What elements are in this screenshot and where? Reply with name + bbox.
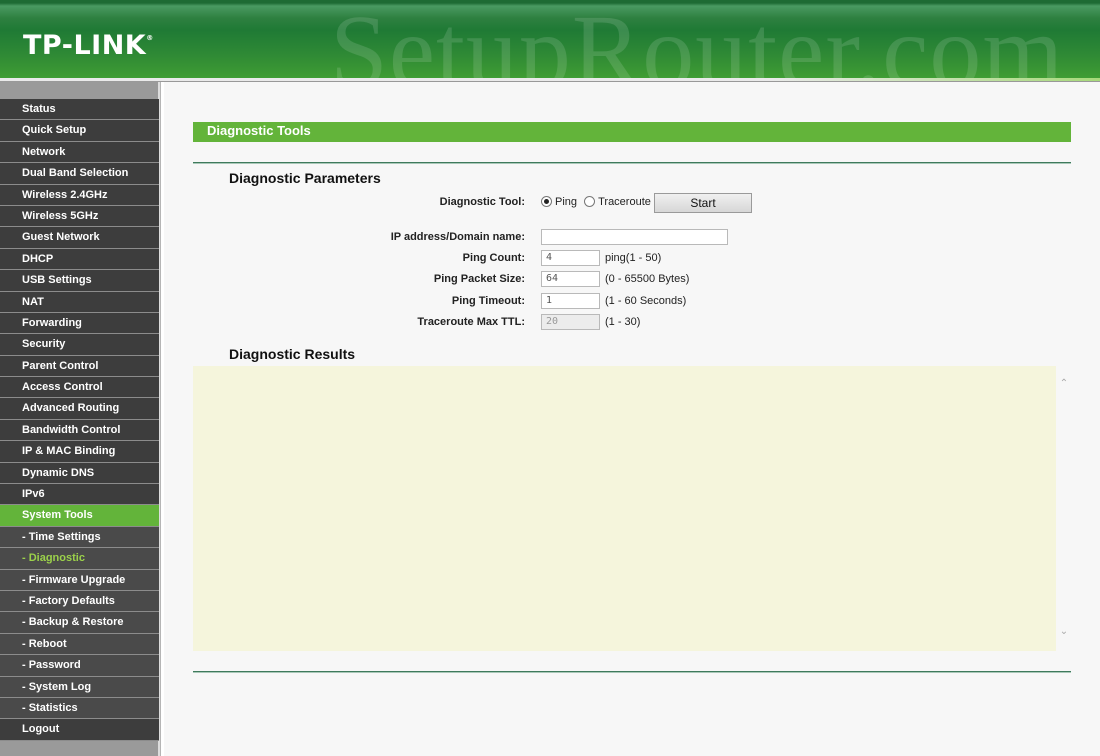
- sidebar-item-password[interactable]: - Password: [0, 655, 159, 677]
- divider-top: [193, 162, 1071, 164]
- traceroute-ttl-hint: (1 - 30): [605, 316, 641, 328]
- traceroute-ttl-label: Traceroute Max TTL:: [417, 316, 525, 328]
- sidebar-item-backup-restore[interactable]: - Backup & Restore: [0, 612, 159, 634]
- sidebar-item-usb-settings[interactable]: USB Settings: [0, 270, 159, 292]
- sidebar-item-system-log[interactable]: - System Log: [0, 676, 159, 698]
- sidebar-item-dual-band-selection[interactable]: Dual Band Selection: [0, 163, 159, 185]
- ping-timeout-row: Ping Timeout: 1 (1 - 60 Seconds): [164, 293, 1100, 311]
- ping-packet-size-hint: (0 - 65500 Bytes): [605, 273, 690, 285]
- ping-count-row: Ping Count: 4 ping(1 - 50): [164, 250, 1100, 268]
- sidebar-item-wireless-5ghz[interactable]: Wireless 5GHz: [0, 205, 159, 228]
- sidebar-item-status[interactable]: Status: [0, 99, 159, 121]
- results-textarea[interactable]: [193, 366, 1056, 651]
- ip-address-input[interactable]: [541, 229, 728, 245]
- header-banner: SetupRouter.com TP-LINK®: [0, 0, 1100, 80]
- sidebar-item-forwarding[interactable]: Forwarding: [0, 312, 159, 335]
- parameters-title: Diagnostic Parameters: [229, 170, 381, 186]
- traceroute-ttl-row: Traceroute Max TTL: 20 (1 - 30): [164, 314, 1100, 332]
- sidebar-item-ipv6[interactable]: IPv6: [0, 484, 159, 506]
- ping-packet-size-input[interactable]: 64: [541, 271, 600, 287]
- registered-mark: ®: [146, 34, 154, 42]
- sidebar-item-system-tools[interactable]: System Tools: [0, 505, 159, 527]
- diagnostic-tool-options: Ping Traceroute: [541, 196, 655, 208]
- sidebar-item-dhcp[interactable]: DHCP: [0, 248, 159, 271]
- sidebar-item-factory-defaults[interactable]: - Factory Defaults: [0, 590, 159, 613]
- nav-list: Status Quick Setup Network Dual Band Select…: [0, 99, 159, 741]
- ping-count-input[interactable]: 4: [541, 250, 600, 266]
- ping-count-label: Ping Count:: [462, 252, 525, 264]
- sidebar-item-diagnostic[interactable]: - Diagnostic: [0, 548, 159, 570]
- page-title: Diagnostic Tools: [193, 122, 1071, 142]
- sidebar-item-firmware-upgrade[interactable]: - Firmware Upgrade: [0, 569, 159, 591]
- sidebar-item-parent-control[interactable]: Parent Control: [0, 355, 159, 378]
- ping-timeout-hint: (1 - 60 Seconds): [605, 295, 687, 307]
- sidebar-item-dynamic-dns[interactable]: Dynamic DNS: [0, 462, 159, 485]
- sidebar-item-statistics[interactable]: - Statistics: [0, 697, 159, 720]
- sidebar-item-security[interactable]: Security: [0, 334, 159, 356]
- brand-name: TP-LINK: [23, 30, 147, 61]
- results-scrollbar[interactable]: ⌃ ⌄: [1056, 366, 1071, 651]
- sidebar-item-nat[interactable]: NAT: [0, 291, 159, 313]
- sidebar-menu: Status Quick Setup Network Dual Band Select…: [0, 82, 160, 756]
- start-button[interactable]: Start: [654, 193, 752, 213]
- ping-packet-size-label: Ping Packet Size:: [433, 273, 525, 285]
- diagnostic-tool-label: Diagnostic Tool:: [439, 196, 525, 208]
- traceroute-radio[interactable]: [584, 196, 596, 207]
- divider-bottom: [193, 671, 1071, 673]
- sidebar-item-quick-setup[interactable]: Quick Setup: [0, 120, 159, 142]
- traceroute-ttl-input: 20: [541, 314, 600, 330]
- sidebar-item-ip-mac-binding[interactable]: IP & MAC Binding: [0, 441, 159, 463]
- ping-radio[interactable]: [541, 196, 552, 207]
- main-content: Diagnostic Tools Diagnostic Parameters D…: [164, 82, 1100, 756]
- sidebar-item-wireless-2-4ghz[interactable]: Wireless 2.4GHz: [0, 184, 159, 206]
- diagnostic-tool-row: Diagnostic Tool: Ping Traceroute Start: [164, 193, 1100, 213]
- results-title: Diagnostic Results: [229, 346, 356, 362]
- ping-packet-size-row: Ping Packet Size: 64 (0 - 65500 Bytes): [164, 271, 1100, 289]
- sidebar-item-bandwidth-control[interactable]: Bandwidth Control: [0, 419, 159, 442]
- ping-timeout-label: Ping Timeout:: [451, 295, 525, 307]
- sidebar-item-logout[interactable]: Logout: [0, 719, 159, 741]
- ping-timeout-input[interactable]: 1: [541, 293, 600, 309]
- sidebar-item-advanced-routing[interactable]: Advanced Routing: [0, 398, 159, 420]
- ping-radio-label[interactable]: Ping: [555, 196, 577, 208]
- sidebar-top-spacer: [0, 82, 158, 99]
- ip-address-row: IP address/Domain name:: [164, 229, 1100, 247]
- sidebar-item-network[interactable]: Network: [0, 141, 159, 164]
- sidebar-item-access-control[interactable]: Access Control: [0, 377, 159, 399]
- scroll-up-icon[interactable]: ⌃: [1059, 379, 1069, 389]
- scroll-down-icon[interactable]: ⌄: [1059, 627, 1069, 637]
- sidebar-item-guest-network[interactable]: Guest Network: [0, 227, 159, 249]
- sidebar-item-time-settings[interactable]: - Time Settings: [0, 526, 159, 549]
- sidebar-item-reboot[interactable]: - Reboot: [0, 633, 159, 656]
- ping-count-hint: ping(1 - 50): [605, 252, 662, 264]
- tp-link-logo: TP-LINK®: [23, 30, 154, 61]
- traceroute-radio-label[interactable]: Traceroute: [598, 196, 651, 208]
- watermark: SetupRouter.com: [330, 0, 1065, 80]
- ip-address-label: IP address/Domain name:: [390, 231, 525, 243]
